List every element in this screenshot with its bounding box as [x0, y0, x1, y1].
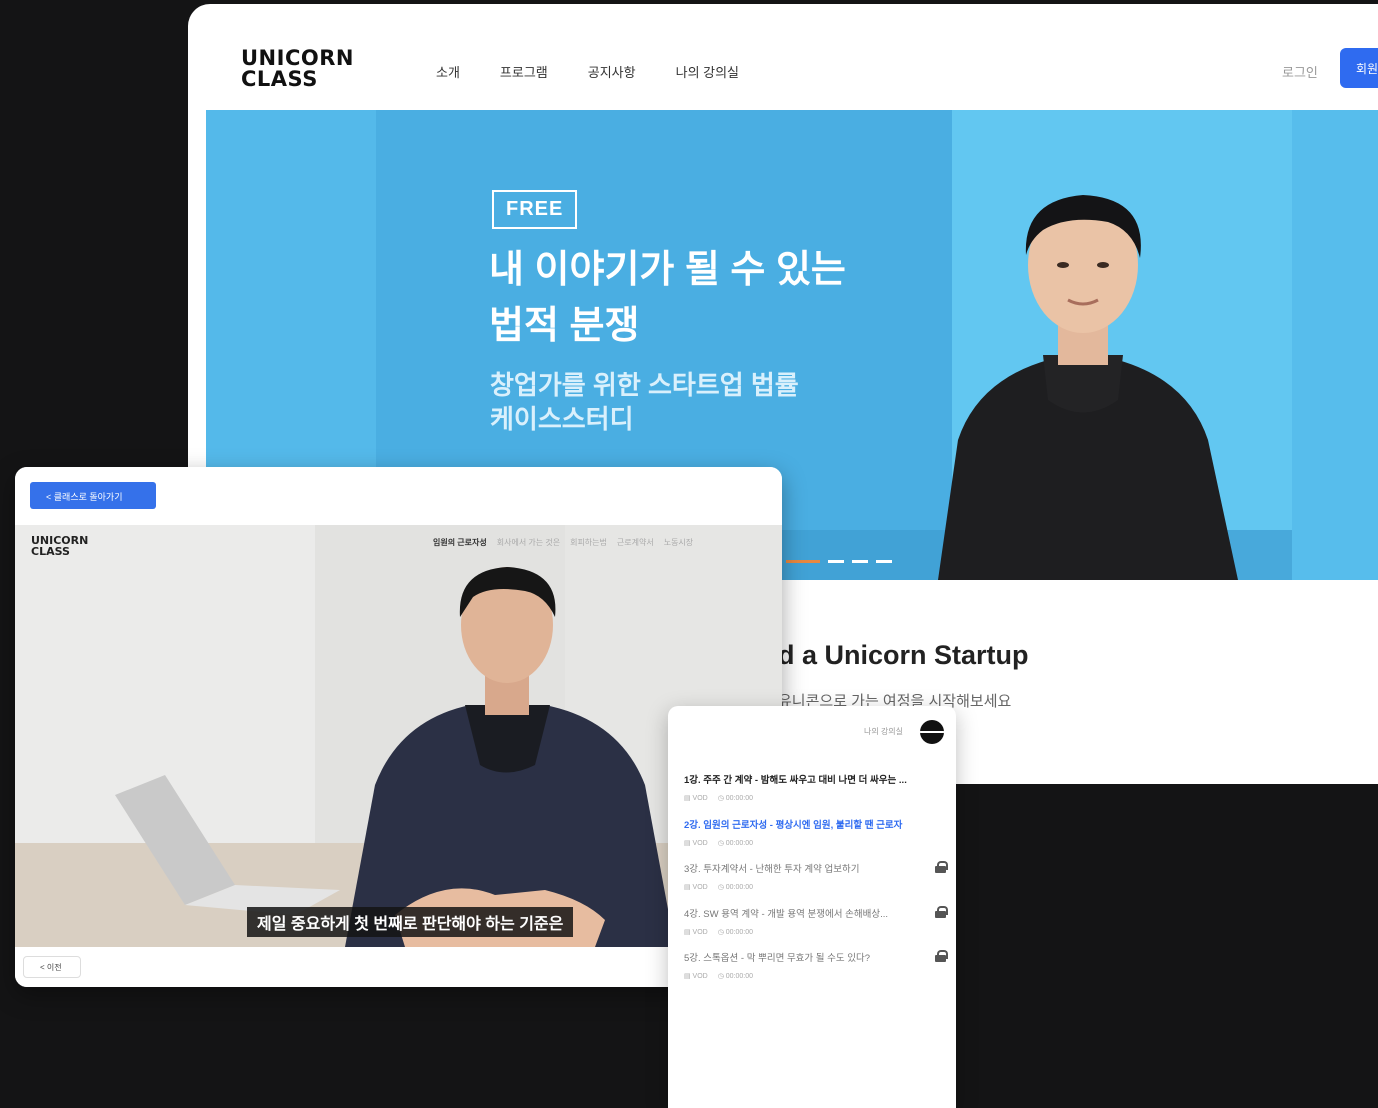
lesson-list-panel: 나의 강의실 1강. 주주 간 계약 - 밤해도 싸우고 대비 나면 더 싸우는…	[668, 706, 956, 1108]
video-player-window: < 클래스로 돌아가기 UNICORN CLASS 임원의 근로자성 회사에서 …	[15, 467, 782, 987]
lock-icon	[935, 861, 948, 873]
lesson-title: 5강. 스톡옵션 - 막 뿌리면 무효가 될 수도 있다?	[684, 953, 871, 964]
chapter-item[interactable]: 임원의 근로자성	[433, 537, 487, 548]
lesson-meta: ▤ VOD ◷ 00:00:00	[684, 839, 946, 847]
menu-item-notice[interactable]: 공지사항	[588, 62, 636, 81]
lesson-title: 2강. 임원의 근로자성 - 평상시엔 임원, 불리할 땐 근로자	[684, 819, 903, 831]
lock-icon	[935, 950, 948, 962]
lesson-title: 4강. SW 용역 계약 - 개발 용역 분쟁에서 손해배상...	[684, 908, 889, 920]
hero-dot[interactable]	[828, 560, 844, 563]
my-class-label[interactable]: 나의 강의실	[864, 726, 903, 737]
lesson-item[interactable]: 4강. SW 용역 계약 - 개발 용역 분쟁에서 손해배상... ▤ VOD ◷ …	[684, 905, 948, 946]
lecture-video[interactable]: UNICORN CLASS 임원의 근로자성 회사에서 가는 것은 회피하는법 …	[15, 525, 782, 947]
hero-subtitle: 창업가를 위한 스타트업 법률 케이스스터디	[490, 370, 799, 434]
lesson-type: ▤ VOD	[684, 928, 708, 936]
menu-item-program[interactable]: 프로그램	[500, 62, 548, 81]
player-toolbar: < 클래스로 돌아가기	[15, 467, 782, 525]
hero-dot[interactable]	[876, 560, 892, 563]
site-logo[interactable]: UNICORN CLASS	[241, 48, 354, 90]
lesson-duration: ◷ 00:00:00	[717, 928, 754, 936]
lesson-title: 3강. 투자계약서 - 난해한 투자 계약 업보하기	[684, 864, 860, 875]
instructor-video-figure	[345, 567, 675, 947]
slogan: d a Unicorn Startup	[778, 640, 1029, 670]
lesson-item[interactable]: 1강. 주주 간 계약 - 밤해도 싸우고 대비 나면 더 싸우는 ... ▤ V…	[684, 772, 946, 812]
lesson-duration: ◷ 00:00:00	[717, 973, 754, 980]
free-badge: FREE	[492, 190, 578, 229]
lesson-title: 1강. 주주 간 계약 - 밤해도 싸우고 대비 나면 더 싸우는 ...	[684, 775, 907, 786]
chapter-item[interactable]: 회사에서 가는 것은	[497, 537, 560, 548]
chapter-item[interactable]: 회피하는법	[570, 537, 607, 548]
lesson-type: ▤ VOD	[684, 839, 708, 847]
site-header: UNICORN CLASS 소개 프로그램 공지사항 나의 강의실 로그인 회원…	[188, 4, 1378, 110]
lesson-type: ▤ VOD	[684, 973, 708, 980]
hero-dot[interactable]	[786, 560, 820, 563]
avatar[interactable]	[920, 720, 944, 744]
prev-lesson-button[interactable]: < 이전	[23, 956, 81, 978]
back-to-class-button[interactable]: < 클래스로 돌아가기	[30, 482, 156, 509]
hero-pagination	[786, 560, 892, 563]
hero-dot[interactable]	[852, 560, 868, 563]
lesson-duration: ◷ 00:00:00	[717, 884, 754, 891]
video-subtitle: 제일 중요하게 첫 번째로 판단해야 하는 기준은	[247, 907, 574, 937]
hero-title: 내 이야기가 될 수 있는 법적 분쟁	[489, 249, 846, 347]
lesson-duration: ◷ 00:00:00	[717, 795, 754, 802]
player-footer: < 이전	[15, 947, 782, 987]
lesson-meta: ▤ VOD ◷ 00:00:00	[684, 928, 946, 936]
site-menu: 소개 프로그램 공지사항 나의 강의실	[436, 62, 739, 81]
lesson-item[interactable]: 3강. 투자계약서 - 난해한 투자 계약 업보하기 ▤ VOD ◷ 00:00:0…	[684, 861, 948, 901]
lesson-list-header: 나의 강의실	[668, 706, 956, 758]
chapter-item[interactable]: 근로계약서	[617, 537, 654, 548]
login-link[interactable]: 로그인	[1282, 62, 1318, 81]
video-chapter-list: 임원의 근로자성 회사에서 가는 것은 회피하는법 근로계약서 노동시장	[433, 537, 693, 548]
chapter-item[interactable]: 노동시장	[664, 537, 693, 548]
lesson-meta: ▤ VOD ◷ 00:00:00	[684, 883, 946, 891]
lock-icon	[935, 905, 948, 918]
menu-item-about[interactable]: 소개	[436, 62, 460, 81]
lesson-item[interactable]: 5강. 스톡옵션 - 막 뿌리면 무효가 될 수도 있다? ▤ VOD ◷ 00:0…	[684, 950, 948, 990]
video-logo: UNICORN CLASS	[31, 534, 89, 558]
laptop-image	[115, 775, 340, 915]
signup-button[interactable]: 회원가입	[1340, 48, 1378, 88]
lesson-duration: ◷ 00:00:00	[717, 839, 754, 847]
lesson-type: ▤ VOD	[684, 795, 708, 802]
menu-item-my-class[interactable]: 나의 강의실	[676, 62, 739, 81]
lesson-item[interactable]: 2강. 임원의 근로자성 - 평상시엔 임원, 불리할 땐 근로자 ▤ VOD ◷ …	[684, 817, 946, 857]
lesson-type: ▤ VOD	[684, 884, 708, 891]
lesson-meta: ▤ VOD ◷ 00:00:00	[684, 972, 946, 980]
instructor-photo	[938, 195, 1238, 580]
lesson-meta: ▤ VOD ◷ 00:00:00	[684, 794, 946, 802]
